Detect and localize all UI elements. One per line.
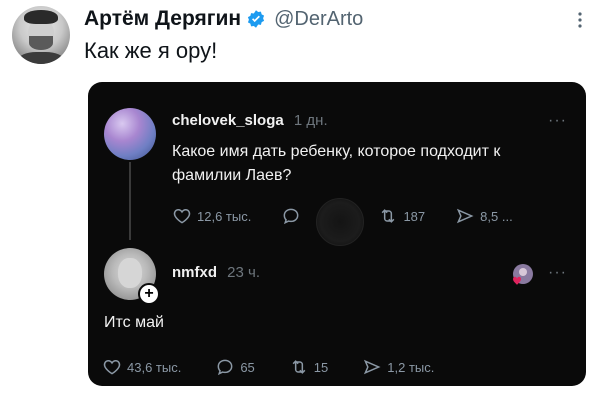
quoted-username[interactable]: chelovek_sloga <box>172 112 284 129</box>
tweet-header: Артём Дерягин @DerArto <box>84 4 363 34</box>
avatar-body <box>18 52 64 64</box>
like-count: 12,6 тыс. <box>197 208 252 224</box>
views-count: 1,2 тыс. <box>387 359 435 375</box>
repost-count: 15 <box>313 359 329 375</box>
quoted-post-text: Какое имя дать ребенку, которое подходит… <box>172 143 501 184</box>
author-name[interactable]: Артём Дерягин <box>84 7 241 31</box>
repost-icon <box>292 360 306 374</box>
reply-count: 65 <box>240 359 255 375</box>
more-icon[interactable] <box>570 10 590 30</box>
avatar-hair <box>24 10 58 24</box>
reply-button[interactable]: 65 <box>215 357 255 377</box>
avatar-beard <box>29 36 53 50</box>
thread-line <box>129 162 131 240</box>
like-count: 43,6 тыс. <box>127 359 182 375</box>
tweet: Артём Дерягин @DerArto Как же я ору! che… <box>0 0 600 396</box>
reply-icon <box>283 208 299 225</box>
repost-button[interactable]: 187 <box>378 206 425 226</box>
embedded-screenshot[interactable]: chelovek_sloga 1 дн. ··· Какое имя дать … <box>88 82 586 386</box>
views-button[interactable]: 8,5 ... <box>455 206 513 226</box>
reply-avatar-face <box>118 258 142 288</box>
repost-button[interactable]: 15 <box>289 357 328 377</box>
views-button[interactable]: 1,2 тыс. <box>362 357 434 377</box>
quoted-time: 1 дн. <box>293 112 328 129</box>
reply-post-text: Итс май <box>104 314 164 331</box>
reply-actions: 43,6 тыс. 65 15 1,2 тыс. <box>102 357 468 377</box>
like-button[interactable]: 12,6 тыс. <box>172 206 251 226</box>
author-handle[interactable]: @DerArto <box>274 8 363 31</box>
quoted-user-avatar[interactable] <box>104 108 156 160</box>
author-avatar[interactable] <box>12 6 70 64</box>
loading-spinner <box>316 198 364 246</box>
reply-more-icon[interactable]: ··· <box>548 264 567 282</box>
like-button[interactable]: 43,6 тыс. <box>102 357 181 377</box>
reply-username[interactable]: nmfxd <box>172 264 217 281</box>
verified-badge-icon <box>246 9 266 29</box>
views-count: 8,5 ... <box>480 208 513 224</box>
reply-user-line: nmfxd 23 ч. <box>172 264 260 281</box>
plus-icon[interactable]: + <box>138 283 160 305</box>
reply-icon <box>217 359 233 376</box>
heart-icon <box>103 359 121 375</box>
tweet-text: Как же я ору! <box>84 38 218 63</box>
liked-by-author-icon <box>508 262 534 288</box>
reply-time: 23 ч. <box>227 264 261 281</box>
views-icon <box>457 208 474 224</box>
views-icon <box>364 359 381 375</box>
repost-icon <box>382 209 395 223</box>
quoted-more-icon[interactable]: ··· <box>548 112 567 130</box>
heart-icon <box>173 208 191 224</box>
repost-count: 187 <box>403 208 426 224</box>
quoted-user-line: chelovek_sloga 1 дн. <box>172 112 328 129</box>
